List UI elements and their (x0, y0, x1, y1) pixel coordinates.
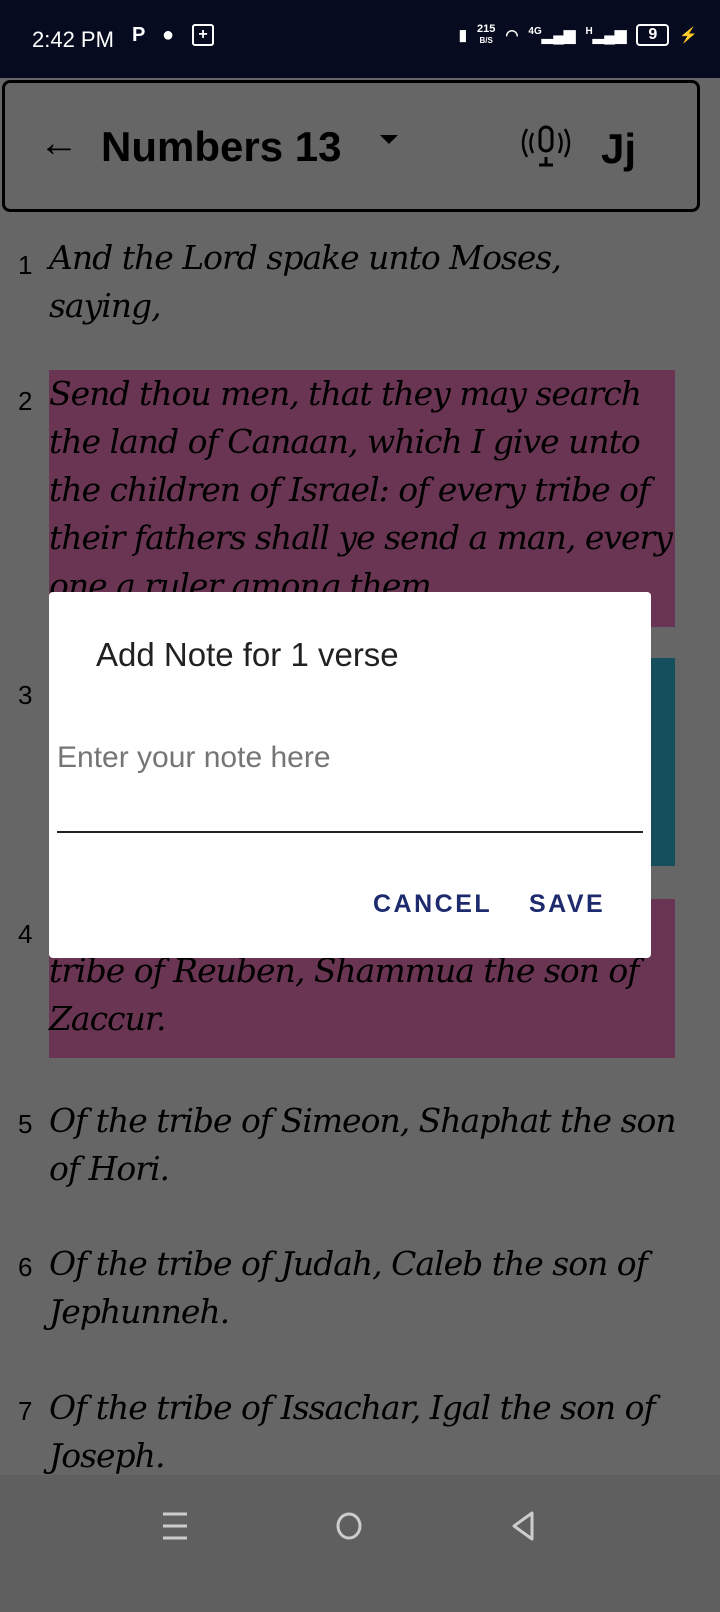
chapter-selector[interactable]: Numbers 13 (101, 123, 341, 171)
verse-number: 7 (18, 1396, 33, 1426)
signal-icon: ▂▄▆ (541, 27, 576, 44)
navigation-bar (0, 1475, 720, 1612)
font-settings-button[interactable]: Jj (601, 125, 636, 173)
net-unit: B/S (479, 36, 493, 45)
status-time: 2:42 PM (32, 27, 114, 52)
home-icon[interactable] (334, 1510, 364, 1542)
input-underline (57, 831, 643, 833)
charging-icon: ⚡ (679, 27, 698, 44)
note-input[interactable] (57, 742, 643, 774)
vibrate-icon: ▮ (458, 27, 467, 44)
verse-number: 6 (18, 1252, 33, 1282)
save-button[interactable]: SAVE (529, 890, 605, 919)
bible-app-icon: + (192, 24, 214, 46)
back-icon[interactable] (508, 1510, 538, 1542)
net-4g: 4G (528, 26, 542, 37)
toolbar: ← Numbers 13 Jj (2, 80, 700, 212)
microphone-icon[interactable] (521, 121, 571, 171)
recent-apps-icon[interactable] (160, 1510, 190, 1542)
verse-text: Send thou men, that they may search the … (49, 370, 675, 627)
verse-number: 4 (18, 919, 33, 949)
dialog-title: Add Note for 1 verse (96, 636, 399, 673)
cancel-button[interactable]: CANCEL (373, 890, 492, 919)
dropdown-caret-icon[interactable] (380, 135, 398, 144)
status-bar: 2:42 PM P ● + ▮ 215 B/S ◠ 4G▂▄▆ H▂▄▆ 9 ⚡ (0, 0, 720, 78)
verse-text: Of the tribe of Issachar, Igal the son o… (49, 1388, 656, 1475)
wifi-icon: ◠ (505, 27, 519, 44)
verse-number: 1 (18, 250, 33, 280)
chat-icon: ● (162, 24, 175, 46)
add-note-dialog: Add Note for 1 verse CANCEL SAVE (49, 592, 651, 958)
verse-text: Of the tribe of Simeon, Shaphat the son … (49, 1101, 677, 1188)
net-speed: 215 (476, 23, 496, 35)
parking-icon: P (132, 24, 146, 46)
back-arrow-icon[interactable]: ← (39, 123, 79, 163)
signal-icon-2: ▂▄▆ (592, 27, 627, 44)
battery-icon: 9 (636, 24, 670, 46)
verse-text: Of the tribe of Judah, Caleb the son of … (49, 1244, 648, 1331)
verse-number: 2 (18, 386, 33, 416)
verse-number: 5 (18, 1109, 33, 1139)
verse-number: 3 (18, 680, 33, 710)
net-h: H (585, 26, 593, 37)
verse-text: And the Lord spake unto Moses, saying, (49, 238, 562, 325)
